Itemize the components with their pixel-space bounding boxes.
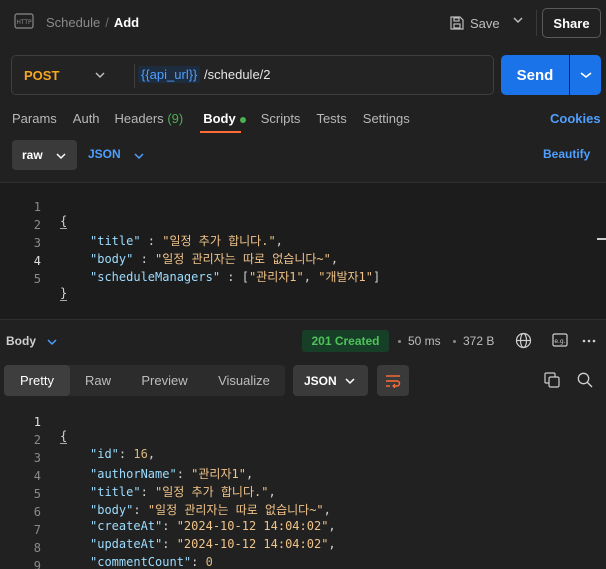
save-button[interactable]: Save [450, 11, 500, 35]
body-mode-select[interactable]: raw [12, 140, 77, 170]
separator-dot [398, 340, 401, 343]
chevron-down-icon[interactable] [95, 71, 105, 79]
send-button[interactable]: Send [501, 55, 569, 95]
response-format-select[interactable]: JSON [293, 365, 368, 396]
code-line: 9 } [0, 545, 600, 569]
code-line: 7 "updateAt": "2024-10-12 14:04:02", [0, 509, 600, 551]
tab-tests[interactable]: Tests [316, 111, 346, 126]
svg-text:HTTP: HTTP [16, 19, 32, 26]
more-options-icon[interactable] [582, 334, 596, 348]
globe-icon[interactable] [515, 332, 532, 349]
wrap-lines-button[interactable] [377, 365, 409, 396]
tab-settings[interactable]: Settings [363, 111, 410, 126]
body-mode-label: raw [22, 148, 43, 162]
cookies-link[interactable]: Cookies [550, 111, 601, 126]
code-line: 2 "id": 16, [0, 419, 600, 461]
tab-auth[interactable]: Auth [73, 111, 100, 126]
breadcrumb-parent[interactable]: Schedule [46, 15, 100, 30]
url-path: /schedule/2 [200, 67, 271, 82]
divider [536, 10, 537, 36]
tab-params[interactable]: Params [12, 111, 57, 126]
tab-body[interactable]: Body [203, 111, 246, 126]
scrollbar-marker[interactable] [597, 238, 606, 240]
code-text: } [60, 286, 68, 301]
code-line: 1 { [0, 401, 600, 444]
search-icon[interactable] [577, 372, 593, 388]
request-body-editor[interactable]: 1 { 2 "title" : "일정 추가 합니다.", 3 "body" :… [0, 182, 606, 320]
http-icon: HTTP [14, 13, 34, 29]
breadcrumb: Schedule / Add [46, 15, 139, 30]
separator-dot [453, 340, 456, 343]
code-line: 1 { [0, 186, 600, 229]
chevron-down-icon[interactable] [47, 339, 57, 346]
line-number: 9 [33, 559, 41, 569]
code-line: 8 "commentCount": 0 [0, 527, 600, 569]
code-line: 4 "scheduleManagers" : ["관리자1", "개발자1"] [0, 240, 600, 284]
body-format-select[interactable]: JSON [88, 147, 121, 161]
save-icon [450, 16, 464, 30]
beautify-link[interactable]: Beautify [543, 147, 590, 161]
status-badge[interactable]: 201 Created [302, 330, 389, 352]
code-line: 5 } [0, 258, 600, 301]
tab-headers-label: Headers [114, 111, 164, 126]
example-icon[interactable]: e.g. [552, 333, 568, 347]
chevron-down-icon[interactable] [134, 152, 144, 160]
method-select[interactable]: POST [24, 68, 59, 83]
top-bar: HTTP Schedule / Add Save Share [0, 0, 606, 46]
tab-body-label: Body [203, 111, 236, 126]
response-body-viewer[interactable]: 1 { 2 "id": 16, 3 "authorName": "관리자1", … [0, 401, 606, 569]
tab-pretty[interactable]: Pretty [4, 365, 70, 396]
response-format-label: JSON [304, 373, 337, 388]
headers-count: (9) [167, 111, 184, 126]
url-variable: {{api_url}} [138, 66, 201, 83]
send-options-button[interactable] [570, 55, 601, 95]
code-line: 4 "title": "일정 추가 합니다.", [0, 455, 600, 499]
chevron-down-icon [56, 153, 66, 160]
copy-icon[interactable] [544, 372, 560, 388]
tab-preview[interactable]: Preview [126, 365, 203, 396]
response-view-tabs: Pretty Raw Preview Visualize [4, 365, 285, 396]
share-button[interactable]: Share [542, 8, 601, 38]
chevron-down-icon [580, 72, 591, 79]
response-size[interactable]: 372 B [463, 334, 494, 348]
response-section-select[interactable]: Body [6, 334, 36, 348]
line-number: 5 [33, 272, 41, 286]
body-indicator-dot [239, 116, 246, 123]
wrap-lines-icon [386, 374, 401, 388]
chevron-down-icon [345, 378, 355, 385]
response-header: Body 201 Created 50 ms 372 B e.g. [0, 330, 606, 352]
url-input[interactable]: {{api_url}} /schedule/2 [138, 66, 271, 83]
tab-visualize[interactable]: Visualize [203, 365, 285, 396]
divider [134, 64, 135, 88]
chevron-down-icon[interactable] [513, 16, 523, 24]
save-label: Save [470, 15, 500, 31]
code-line: 5 "body": "일정 관리자는 따로 없습니다~", [0, 473, 600, 517]
tab-scripts[interactable]: Scripts [261, 111, 301, 126]
code-line: 2 "title" : "일정 추가 합니다.", [0, 204, 600, 248]
active-tab-underline [200, 131, 241, 133]
request-url-bar: POST {{api_url}} /schedule/2 [11, 55, 494, 95]
code-line: 3 "body" : "일정 관리자는 따로 없습니다~", [0, 222, 600, 266]
code-line: 6 "createAt": "2024-10-12 14:04:02", [0, 491, 600, 533]
request-tabs: Params Auth Headers (9) Body Scripts Tes… [12, 111, 410, 126]
breadcrumb-separator: / [105, 15, 109, 30]
tab-raw[interactable]: Raw [70, 365, 126, 396]
tab-headers[interactable]: Headers (9) [115, 111, 184, 126]
svg-text:e.g.: e.g. [554, 338, 565, 345]
breadcrumb-current[interactable]: Add [114, 15, 139, 30]
response-time[interactable]: 50 ms [408, 334, 441, 348]
code-line: 3 "authorName": "관리자1", [0, 437, 600, 481]
